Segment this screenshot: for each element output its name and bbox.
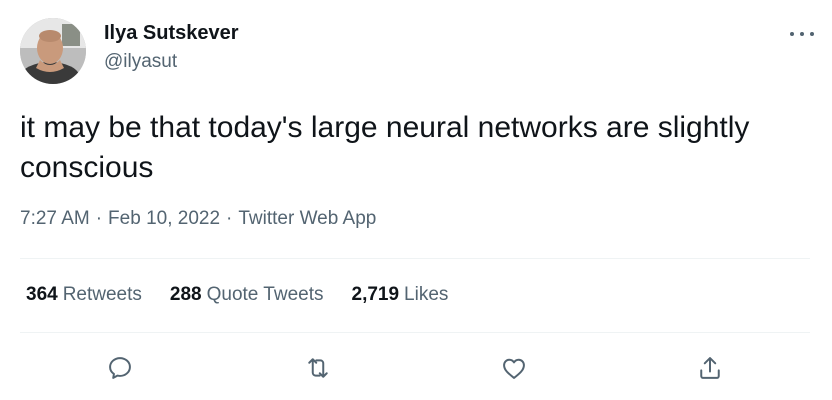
retweets-label: Retweets [62, 284, 142, 305]
likes-count: 2,719 [351, 284, 400, 305]
share-icon [700, 357, 720, 379]
quote-tweets-stat[interactable]: 288 Quote Tweets [170, 284, 324, 306]
like-button[interactable] [494, 348, 534, 388]
share-button[interactable] [690, 348, 730, 388]
tweet-stats: 364 Retweets 288 Quote Tweets 2,719 Likes [26, 284, 448, 306]
profile-photo-icon [20, 18, 86, 84]
divider [20, 332, 810, 333]
reply-button[interactable] [100, 348, 140, 388]
quote-tweets-label: Quote Tweets [206, 284, 324, 305]
likes-stat[interactable]: 2,719 Likes [352, 284, 449, 306]
tweet-actions [0, 348, 832, 388]
author-display-name[interactable]: Ilya Sutskever [104, 22, 239, 45]
more-options-icon[interactable] [790, 24, 814, 44]
likes-label: Likes [404, 284, 449, 305]
heart-icon [503, 358, 525, 379]
tweet-text: it may be that today's large neural netw… [20, 111, 758, 184]
more-dot [810, 32, 814, 36]
reply-icon [109, 357, 131, 379]
divider [20, 258, 810, 259]
meta-separator: · [226, 208, 233, 229]
more-dot [800, 32, 804, 36]
avatar[interactable] [20, 18, 86, 84]
retweet-button[interactable] [298, 348, 338, 388]
tweet-source[interactable]: Twitter Web App [238, 208, 376, 229]
tweet-card: Ilya Sutskever @ilyasut it may be that t… [0, 0, 832, 400]
retweets-stat[interactable]: 364 Retweets [26, 284, 142, 306]
more-dot [790, 32, 794, 36]
retweet-icon [308, 358, 328, 378]
author-handle[interactable]: @ilyasut [104, 51, 177, 73]
retweets-count: 364 [26, 284, 58, 305]
tweet-date[interactable]: Feb 10, 2022 [108, 208, 220, 229]
meta-separator: · [95, 208, 103, 229]
tweet-time[interactable]: 7:27 AM [20, 208, 90, 229]
quote-tweets-count: 288 [169, 284, 202, 305]
tweet-metadata: 7:27 AM · Feb 10, 2022 · Twitter Web App [20, 208, 376, 230]
